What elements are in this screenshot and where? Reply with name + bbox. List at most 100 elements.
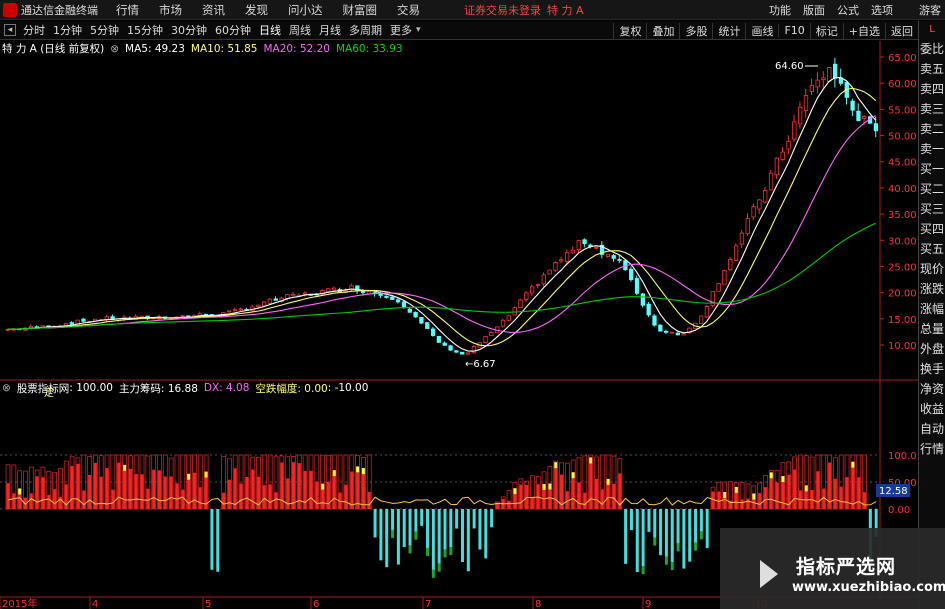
sidebar-item-pct[interactable]: 涨幅 (919, 299, 945, 319)
indicator-value: : 100.00 (69, 382, 113, 394)
candle-body (617, 259, 622, 261)
price-axis-label: 10.00 (888, 341, 917, 352)
stock-chart[interactable]: 65.0060.0055.0050.0045.0040.0035.0030.00… (0, 0, 918, 609)
candle-body (430, 328, 436, 336)
indicator-red-bar (851, 467, 855, 509)
indicator-cyan-bar (437, 509, 441, 564)
price-axis-label: 50.00 (888, 132, 917, 143)
sidebar-item-sell3[interactable]: 卖三 (919, 99, 945, 119)
sidebar-item-sell4[interactable]: 卖四 (919, 79, 945, 99)
watermark-url: www.xuezhibiao.com (792, 580, 945, 595)
price-axis-label: 40.00 (888, 184, 917, 195)
indicator-yellow-cap (554, 462, 558, 469)
indicator-cyan-bar (478, 509, 482, 550)
candle-body (664, 330, 669, 333)
indicator-red-bar (303, 470, 307, 509)
indicator-cyan-bar (408, 509, 412, 546)
candle-body (69, 322, 74, 325)
indicator-red-bar (367, 491, 371, 509)
indicator-red-bar (105, 468, 109, 509)
candle-body (675, 332, 680, 336)
indicator-red-bar (280, 462, 284, 509)
sidebar-item-sell5[interactable]: 卖五 (919, 59, 945, 79)
indicator-cyan-bar (385, 509, 389, 568)
sidebar-l-icon[interactable]: L (919, 21, 945, 39)
indicator-red-bar (274, 492, 278, 509)
candle-body (553, 262, 558, 271)
indicator-yellow-cap (851, 461, 855, 468)
indicator-cyan-bar (641, 509, 645, 567)
menu-guest[interactable]: 游客 (919, 2, 941, 18)
indicator-red-bar (583, 492, 587, 509)
candle-body (716, 283, 721, 292)
indicator-red-bar (326, 481, 330, 509)
indicator-cyan-bar (402, 509, 406, 548)
candle-body (803, 95, 809, 111)
indicator-red-bar (18, 494, 22, 509)
indicator-red-bar (758, 493, 762, 509)
indicator-red-bar (128, 468, 132, 509)
candle-body (227, 310, 232, 313)
sidebar-item-volume[interactable]: 总量 (919, 319, 945, 339)
candle-body (460, 351, 465, 355)
indicator-cyan-bar (624, 509, 628, 564)
sidebar-item-buy3[interactable]: 买三 (919, 199, 945, 219)
ma5-line (7, 76, 877, 352)
sidebar-item-sell1[interactable]: 卖一 (919, 139, 945, 159)
indicator-cyan-bar (484, 509, 488, 559)
candle-body (500, 319, 506, 327)
candle-body (733, 245, 739, 261)
candle-body (774, 157, 780, 176)
candle-body (798, 106, 803, 125)
sidebar-item-buy2[interactable]: 买二 (919, 179, 945, 199)
indicator-red-bar (192, 472, 196, 509)
candle-body (384, 296, 389, 298)
sidebar-item-buy5[interactable]: 买五 (919, 239, 945, 259)
sidebar-item-quote[interactable]: 行情 (919, 439, 945, 459)
indicator-cyan-bar (635, 509, 639, 573)
sidebar-item-sell2[interactable]: 卖二 (919, 119, 945, 139)
indicator-green-cap (437, 563, 441, 572)
indicator-cyan-bar (210, 509, 214, 570)
candle-body (809, 84, 814, 92)
indicator-green-cap (408, 545, 412, 554)
indicator-yellow-cap (589, 457, 593, 464)
indicator-green-cap (664, 556, 668, 565)
candle-body (763, 190, 768, 203)
indicator-yellow-cap (769, 472, 773, 479)
indicator-red-bar (775, 482, 779, 509)
sidebar-item-change[interactable]: 涨跌 (919, 279, 945, 299)
indicator-red-bar (239, 483, 243, 509)
indicator-cyan-bar (449, 509, 453, 548)
indicator-red-bar (29, 493, 33, 509)
indicator-red-bar (12, 493, 16, 509)
candle-body (448, 345, 453, 351)
candle-body (413, 312, 418, 318)
sidebar-item-turnover[interactable]: 换手 (919, 359, 945, 379)
indicator-cyan-bar (682, 509, 686, 569)
sidebar-item-buy4[interactable]: 买四 (919, 219, 945, 239)
sidebar-item-auto[interactable]: 自动 (919, 419, 945, 439)
candle-body (576, 240, 581, 251)
indicator-red-bar (746, 498, 750, 509)
candle-body (850, 100, 855, 111)
indicator-red-bar (554, 468, 558, 509)
zhuli-value: 主力筹码: 16.88 (118, 382, 198, 395)
candle-body (768, 172, 774, 191)
sidebar-item-weibi[interactable]: 委比 (919, 39, 945, 59)
indicator-toggle-icon[interactable]: ⊗ (2, 382, 11, 394)
current-value: 12.58 (879, 486, 908, 497)
indicator-red-bar (548, 489, 552, 509)
sidebar-item-earnings[interactable]: 收益 (919, 399, 945, 419)
indicator-red-bar (513, 494, 517, 509)
sidebar-item-outer[interactable]: 外盘 (919, 339, 945, 359)
indicator-yellow-cap (804, 485, 808, 492)
indicator-green-cap (670, 562, 674, 571)
sidebar-item-netasset[interactable]: 净资 (919, 379, 945, 399)
sidebar-item-buy1[interactable]: 买一 (919, 159, 945, 179)
candle-body (827, 67, 832, 82)
candle-body (256, 304, 261, 307)
sidebar-item-price[interactable]: 现价 (919, 259, 945, 279)
indicator-red-bar (175, 483, 179, 509)
candle-body (425, 322, 430, 329)
